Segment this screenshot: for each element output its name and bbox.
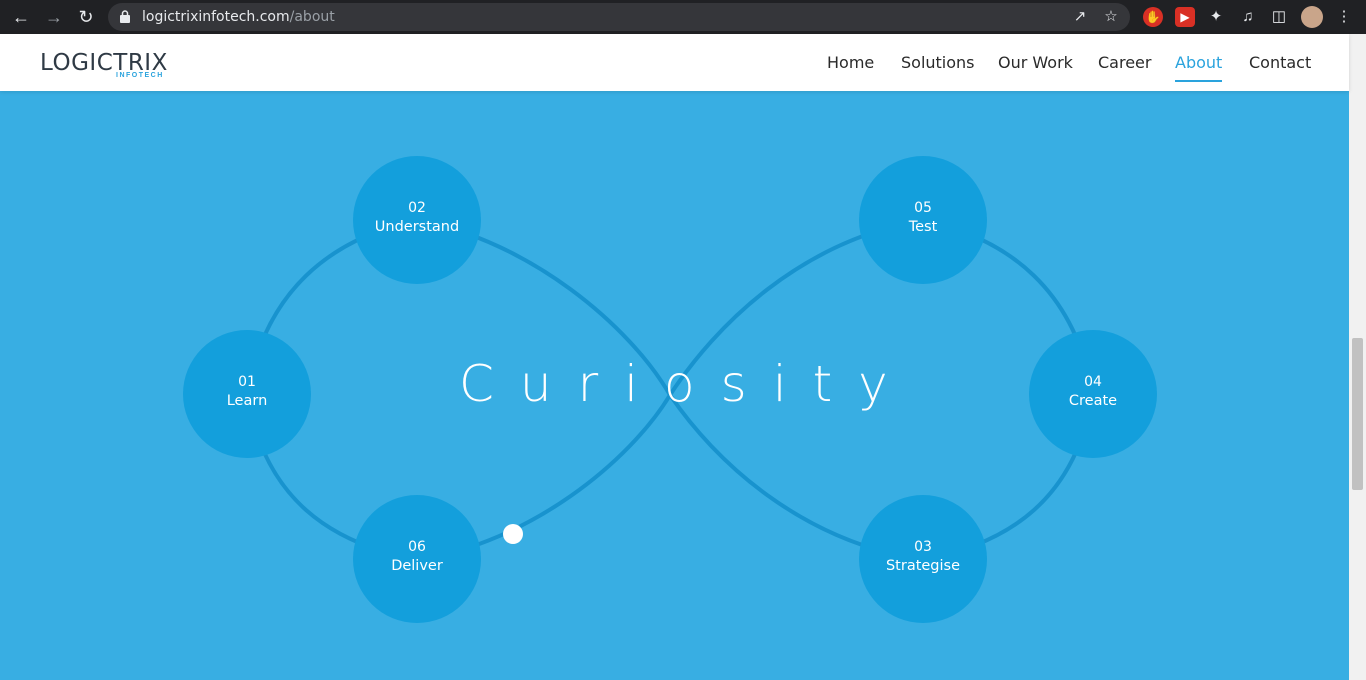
nav-solutions[interactable]: Solutions xyxy=(901,53,975,72)
step-number: 06 xyxy=(408,539,426,555)
address-bar[interactable]: logictrixinfotech.com/about ↗ ☆ xyxy=(108,3,1130,31)
nav-contact[interactable]: Contact xyxy=(1249,53,1311,72)
nav-home[interactable]: Home xyxy=(827,53,874,72)
site-header: LOGICTRIX INFOTECH Home Solutions Our Wo… xyxy=(0,34,1349,91)
star-icon[interactable]: ☆ xyxy=(1102,8,1120,26)
nav-our-work[interactable]: Our Work xyxy=(998,53,1073,72)
progress-dot xyxy=(503,524,523,544)
step-learn[interactable]: 01 Learn xyxy=(183,330,311,458)
nav-career[interactable]: Career xyxy=(1098,53,1151,72)
step-understand[interactable]: 02 Understand xyxy=(353,156,481,284)
reload-icon[interactable]: ↻ xyxy=(75,6,97,28)
step-label: Strategise xyxy=(885,558,961,574)
forward-icon[interactable]: → xyxy=(43,6,65,28)
step-deliver[interactable]: 06 Deliver xyxy=(353,495,481,623)
extension-icon[interactable]: ✋ xyxy=(1143,7,1163,27)
back-icon[interactable]: ← xyxy=(10,6,32,28)
url-text: logictrixinfotech.com/about xyxy=(142,9,335,25)
logo-tagline: INFOTECH xyxy=(116,72,164,79)
step-test[interactable]: 05 Test xyxy=(859,156,987,284)
step-strategise[interactable]: 03 Strategise xyxy=(859,495,987,623)
sidepanel-icon[interactable]: ◫ xyxy=(1269,7,1289,27)
lock-icon xyxy=(120,10,130,23)
step-number: 03 xyxy=(914,539,932,555)
nav-about[interactable]: About xyxy=(1175,53,1222,72)
step-number: 05 xyxy=(914,200,932,216)
headline-curiosity: Curiosity xyxy=(459,355,914,413)
step-label: Learn xyxy=(226,393,268,409)
browser-toolbar: ← → ↻ logictrixinfotech.com/about ↗ ☆ ✋ … xyxy=(0,0,1366,34)
avatar[interactable] xyxy=(1301,6,1323,28)
logo[interactable]: LOGICTRIX INFOTECH xyxy=(40,50,168,79)
step-number: 04 xyxy=(1084,374,1102,390)
step-number: 01 xyxy=(238,374,256,390)
active-nav-underline xyxy=(1175,80,1222,82)
process-section: 02 Understand 05 Test 01 Learn 04 Create… xyxy=(0,91,1349,680)
step-label: Understand xyxy=(374,219,460,235)
step-number: 02 xyxy=(408,200,426,216)
extension-icon[interactable]: ▶ xyxy=(1175,7,1195,27)
scrollbar-thumb[interactable] xyxy=(1352,338,1363,490)
step-label: Test xyxy=(908,219,938,235)
share-icon[interactable]: ↗ xyxy=(1071,8,1089,26)
step-label: Deliver xyxy=(391,558,443,574)
media-icon[interactable]: ♫ xyxy=(1238,7,1258,27)
step-create[interactable]: 04 Create xyxy=(1029,330,1157,458)
step-label: Create xyxy=(1068,393,1118,409)
puzzle-icon[interactable]: ✦ xyxy=(1206,7,1226,27)
menu-icon[interactable]: ⋮ xyxy=(1334,7,1354,27)
